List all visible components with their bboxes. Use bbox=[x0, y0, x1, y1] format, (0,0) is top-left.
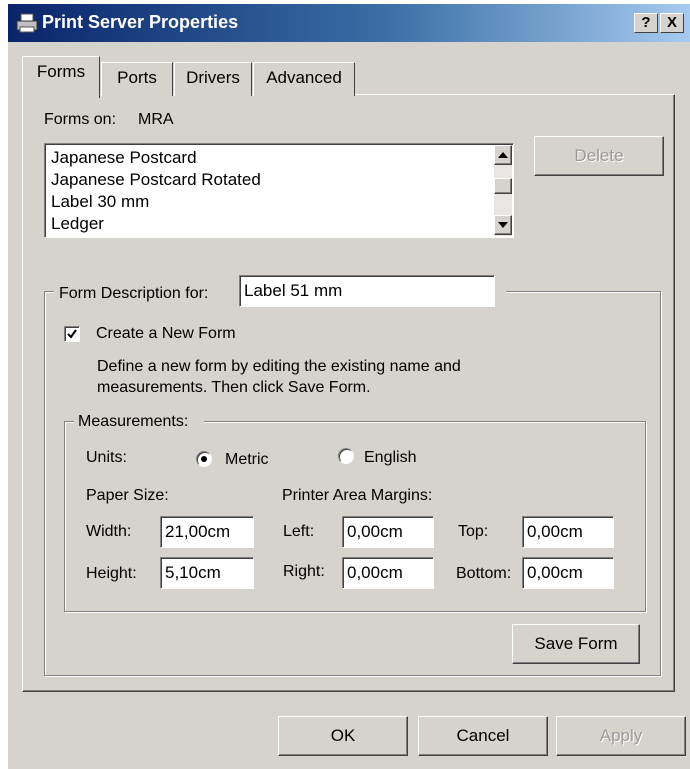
metric-label[interactable]: Metric bbox=[225, 450, 269, 470]
top-margin-field[interactable]: 0,00cm bbox=[522, 516, 614, 548]
units-label: Units: bbox=[86, 449, 127, 466]
measurements-title: Measurements: bbox=[78, 413, 189, 430]
checkmark-icon bbox=[67, 329, 77, 339]
forms-on-label: Forms on: bbox=[44, 111, 117, 128]
cancel-button[interactable]: Cancel bbox=[418, 716, 548, 756]
create-new-form-label[interactable]: Create a New Form bbox=[96, 324, 236, 344]
help-button[interactable]: ? bbox=[634, 13, 658, 33]
tab-drivers[interactable]: Drivers bbox=[174, 62, 252, 96]
radio-metric[interactable] bbox=[196, 451, 212, 467]
close-button[interactable]: X bbox=[660, 13, 684, 33]
list-item[interactable]: Label 30 mm bbox=[51, 191, 149, 213]
create-new-form-checkbox[interactable] bbox=[64, 326, 80, 342]
radio-english[interactable] bbox=[338, 448, 354, 464]
english-label[interactable]: English bbox=[364, 448, 416, 468]
height-label: Height: bbox=[86, 565, 137, 582]
scroll-thumb[interactable] bbox=[494, 178, 512, 194]
right-label: Right: bbox=[283, 563, 325, 580]
right-margin-field[interactable]: 0,00cm bbox=[342, 557, 434, 589]
top-label: Top: bbox=[458, 523, 489, 540]
help-text-line2: measurements. Then click Save Form. bbox=[97, 379, 371, 396]
list-item[interactable]: Japanese Postcard Rotated bbox=[51, 169, 261, 191]
paper-size-label: Paper Size: bbox=[86, 487, 169, 504]
height-field[interactable]: 5,10cm bbox=[160, 557, 254, 589]
list-item[interactable]: Ledger bbox=[51, 213, 104, 235]
bottom-margin-field[interactable]: 0,00cm bbox=[522, 557, 614, 589]
tab-ports[interactable]: Ports bbox=[101, 62, 173, 96]
list-item[interactable]: Japanese Postcard bbox=[51, 147, 197, 169]
form-description-label: Form Description for: bbox=[59, 285, 209, 302]
width-label: Width: bbox=[86, 523, 132, 540]
scroll-up-button[interactable] bbox=[494, 145, 512, 165]
print-server-properties-window: Print Server Properties ? X Forms Ports … bbox=[8, 4, 690, 769]
radio-selected-dot bbox=[201, 456, 207, 462]
save-form-button[interactable]: Save Form bbox=[512, 624, 640, 664]
ok-button[interactable]: OK bbox=[278, 716, 408, 756]
width-field[interactable]: 21,00cm bbox=[160, 516, 254, 548]
apply-button[interactable]: Apply bbox=[556, 716, 686, 756]
printer-margins-label: Printer Area Margins: bbox=[282, 487, 433, 504]
scroll-down-button[interactable] bbox=[494, 215, 512, 235]
delete-button[interactable]: Delete bbox=[534, 136, 664, 176]
form-name-field[interactable]: Label 51 mm bbox=[239, 275, 495, 307]
window-title: Print Server Properties bbox=[42, 12, 239, 32]
tab-advanced[interactable]: Advanced bbox=[253, 62, 355, 96]
help-text-line1: Define a new form by editing the existin… bbox=[97, 358, 461, 375]
bottom-label: Bottom: bbox=[456, 565, 512, 582]
left-margin-field[interactable]: 0,00cm bbox=[342, 516, 434, 548]
forms-listbox[interactable]: Japanese Postcard Japanese Postcard Rota… bbox=[44, 143, 514, 238]
printer-icon bbox=[16, 13, 38, 33]
arrow-up-icon bbox=[498, 152, 508, 158]
tab-forms[interactable]: Forms bbox=[22, 56, 100, 98]
arrow-down-icon bbox=[498, 222, 508, 228]
title-bar[interactable]: Print Server Properties ? X bbox=[8, 4, 690, 42]
server-name: MRA bbox=[138, 111, 174, 128]
left-label: Left: bbox=[283, 523, 315, 540]
